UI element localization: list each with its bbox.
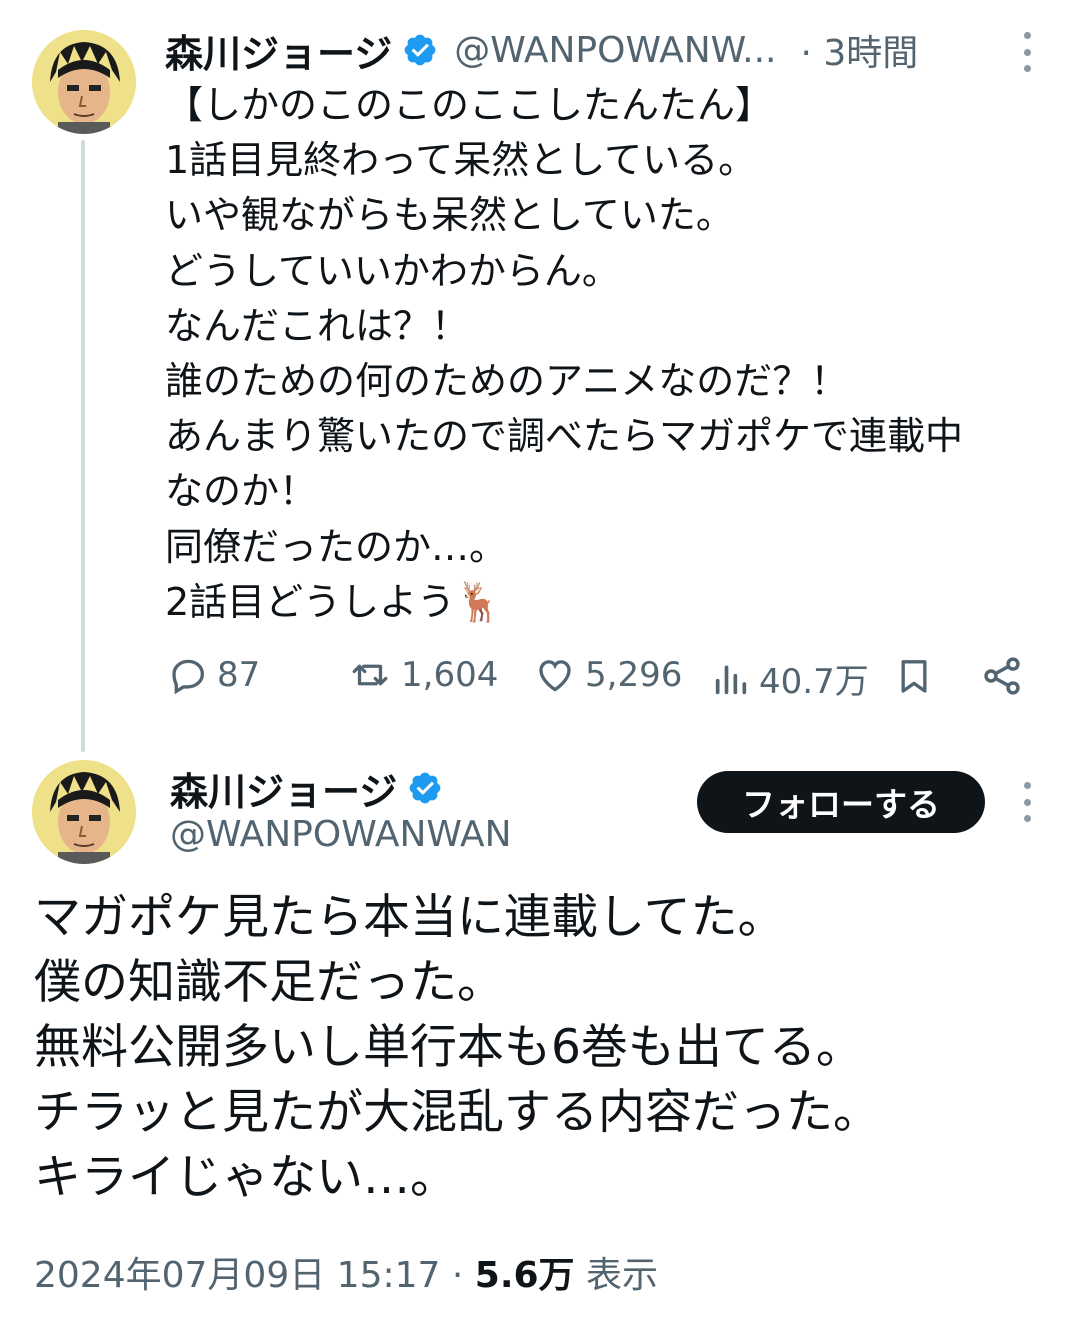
tweet-line: 僕の知識不足だった。 [34, 955, 504, 1010]
tweet1-header: 森川ジョージ @WANPOWANW... · 3時間 [165, 22, 918, 78]
tweet-line: 無料公開多いし単行本も6巻も出てる。 [34, 1020, 863, 1075]
tweet-line: いや観ながらも呆然としていた。 [165, 193, 734, 238]
tweet-line: 1話目見終わって呆然としている。 [165, 138, 757, 183]
tweet-line: なのか！ [165, 469, 318, 514]
reply-icon [172, 659, 205, 695]
tweet-line: どうしていいかわからん。 [165, 248, 620, 293]
tweet-line: チラッと見たが大混乱する内容だった。 [34, 1085, 880, 1140]
tweet-time[interactable]: · 3時間 [800, 24, 918, 76]
views-count: 40.7万 [759, 662, 869, 702]
views-label: 表示 [586, 1255, 659, 1296]
more-icon[interactable] [1021, 782, 1033, 822]
follow-button[interactable]: フォローする [697, 771, 985, 833]
author-avatar[interactable] [32, 30, 136, 134]
tweet2-author-row: 森川ジョージ [170, 760, 443, 816]
retweet-icon [352, 664, 388, 686]
tweet-line: マガポケ見たら本当に連載してた。 [34, 890, 785, 945]
like-button[interactable]: 5,296 [533, 654, 682, 696]
like-count: 5,296 [585, 655, 683, 695]
retweet-button[interactable]: 1,604 [347, 654, 498, 696]
author-name[interactable]: 森川ジョージ [165, 23, 392, 78]
tweet-line: キライじゃない…。 [34, 1150, 457, 1205]
share-icon [984, 657, 1020, 695]
verified-badge-icon [409, 772, 441, 804]
tweet-line: あんまり驚いたので調べたらマガポケで連載中 [165, 414, 964, 459]
views-total: 5.6万 [474, 1255, 575, 1296]
reply-button[interactable]: 87 [167, 654, 260, 696]
like-icon [539, 660, 571, 692]
tweet1-body: 【しかのこのこのここしたんたん】 1話目見終わって呆然としている。 いや観ながら… [165, 78, 1065, 630]
author-handle[interactable]: @WANPOWANW... [454, 30, 776, 71]
retweet-count: 1,604 [401, 655, 499, 695]
share-button[interactable] [980, 654, 1024, 702]
tweet-line: 同僚だったのか…。 [165, 524, 508, 569]
tweet-line: 2話目どうしよう🦌 [165, 579, 503, 624]
bookmark-icon [901, 660, 927, 693]
reply-count: 87 [217, 655, 261, 695]
tweet-line: なんだこれは？！ [165, 303, 470, 348]
tweet-line: 【しかのこのこのここしたんたん】 [165, 83, 774, 127]
views-icon [715, 665, 747, 694]
tweet2-body: マガポケ見たら本当に連載してた。 僕の知識不足だった。 無料公開多いし単行本も6… [34, 885, 1064, 1210]
tweet-footer: 2024年07月09日 15:17 · 5.6万 表示 [34, 1246, 658, 1298]
more-icon[interactable] [1021, 32, 1033, 72]
verified-badge-icon [404, 34, 436, 66]
author-name[interactable]: 森川ジョージ [170, 761, 397, 816]
tweet-line: 誰のための何のためのアニメなのだ？！ [165, 359, 849, 404]
author-handle[interactable]: @WANPOWANWAN [170, 814, 512, 855]
views-button[interactable]: 40.7万 [711, 654, 869, 703]
bookmark-button[interactable] [894, 654, 934, 702]
tweet-timestamp[interactable]: 2024年07月09日 15:17 · [34, 1255, 463, 1296]
author-avatar[interactable] [32, 760, 136, 864]
thread-connector-line [81, 140, 85, 752]
